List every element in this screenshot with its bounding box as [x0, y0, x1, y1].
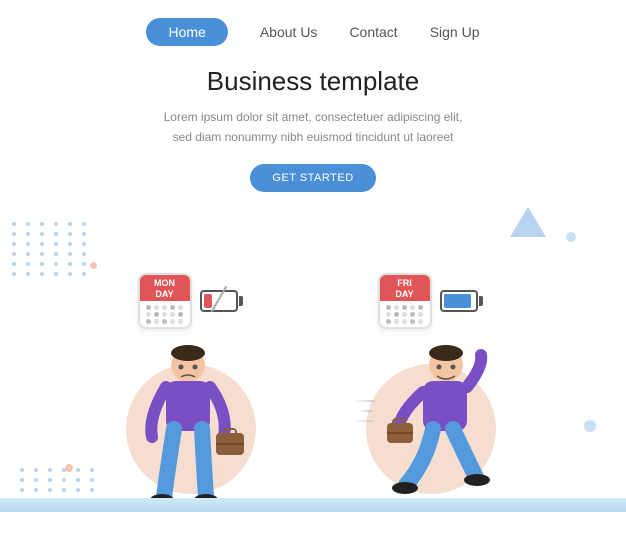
hero-subtitle: Lorem ipsum dolor sit amet, consectetuer… — [0, 107, 626, 148]
illustration-section: MONDAY — [0, 202, 626, 512]
monday-calendar-body — [140, 301, 190, 326]
friday-person-svg — [371, 337, 491, 512]
friday-character: FRIDAY — [371, 273, 491, 512]
get-started-button[interactable]: GET STARTED — [250, 164, 375, 192]
nav-about[interactable]: About Us — [260, 24, 318, 40]
nav-signup[interactable]: Sign Up — [430, 24, 480, 40]
nav-home[interactable]: Home — [146, 18, 227, 46]
deco-circle-1 — [566, 232, 576, 242]
friday-calendar-header: FRIDAY — [380, 275, 430, 302]
friday-calendar-body — [380, 301, 430, 326]
navbar: Home About Us Contact Sign Up — [0, 0, 626, 56]
friday-icons: FRIDAY — [378, 273, 484, 329]
monday-icons: MONDAY — [138, 273, 244, 329]
friday-calendar: FRIDAY — [378, 273, 432, 329]
nav-contact[interactable]: Contact — [349, 24, 397, 40]
water-decoration — [0, 498, 626, 512]
monday-character: MONDAY — [136, 273, 246, 512]
page-title: Business template — [0, 66, 626, 97]
monday-person-svg — [136, 337, 246, 512]
deco-circle-3 — [584, 420, 596, 432]
monday-battery-icon — [200, 288, 244, 314]
triangle-decoration — [510, 207, 546, 237]
characters-container: MONDAY — [73, 273, 553, 512]
monday-calendar: MONDAY — [138, 273, 192, 329]
speed-line-2 — [357, 410, 372, 412]
monday-calendar-header: MONDAY — [140, 275, 190, 302]
dots-left — [12, 222, 90, 276]
hero-section: Business template Lorem ipsum dolor sit … — [0, 56, 626, 198]
deco-circle-4 — [65, 464, 73, 472]
friday-battery-icon — [440, 288, 484, 314]
deco-circle-2 — [90, 262, 97, 269]
